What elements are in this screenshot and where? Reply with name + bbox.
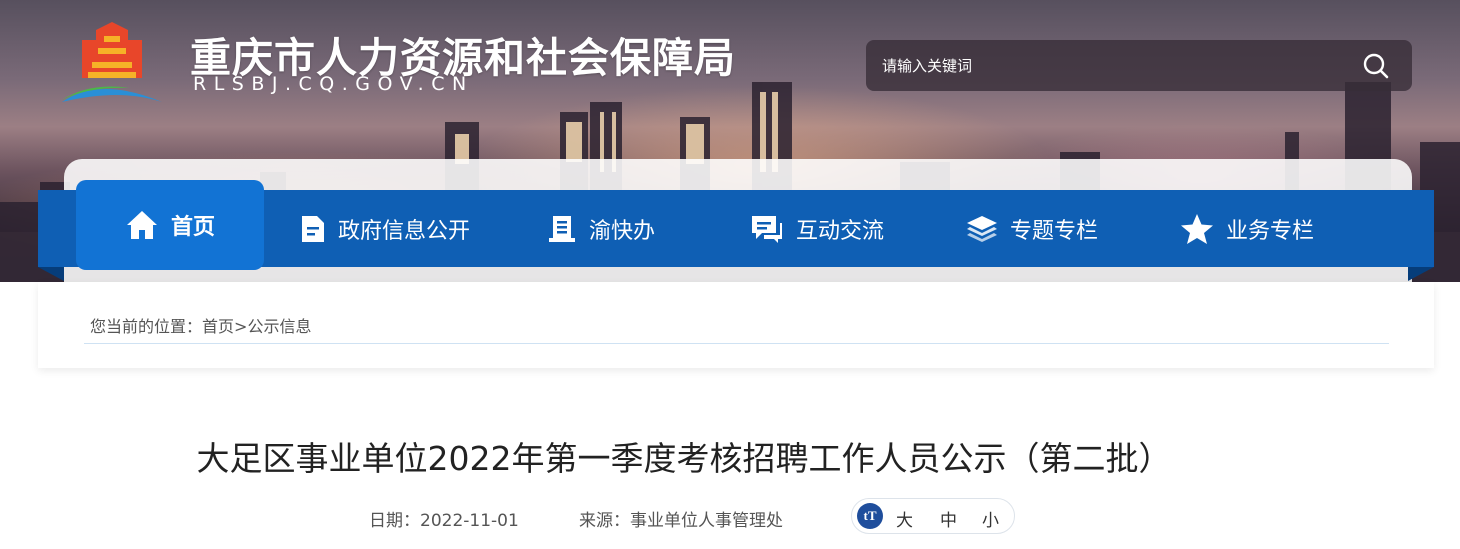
nav-item-label: 渝快办: [589, 218, 656, 244]
article-title: 大足区事业单位2022年第一季度考核招聘工作人员公示（第二批）: [196, 439, 1172, 478]
font-size-switcher: tT 大 中 小: [851, 498, 1015, 534]
font-size-large[interactable]: 大: [896, 506, 913, 531]
font-size-small[interactable]: 小: [982, 506, 999, 531]
nav-item-label: 专题专栏: [1010, 218, 1099, 244]
nav-item-yukuaiban[interactable]: 渝快办: [547, 190, 655, 267]
font-size-medium[interactable]: 中: [940, 506, 957, 531]
date-value: 2022-11-01: [420, 511, 519, 531]
breadcrumb: 您当前的位置：首页>公示信息: [90, 313, 311, 337]
breadcrumb-current-link[interactable]: 公示信息: [247, 317, 311, 336]
date-label: 日期：: [369, 511, 420, 531]
list-doc-icon: [549, 215, 575, 242]
nav-item-label: 政府信息公开: [338, 218, 471, 244]
site-logo: [62, 22, 162, 102]
nav-item-interaction[interactable]: 互动交流: [750, 190, 884, 267]
nav-item-label: 互动交流: [796, 218, 885, 244]
site-domain: RLSBJ.CQ.GOV.CN: [193, 73, 474, 95]
document-icon: [302, 215, 324, 242]
article-source: 来源：事业单位人事管理处: [579, 506, 783, 531]
breadcrumb-home-link[interactable]: 首页: [202, 317, 234, 336]
breadcrumb-prefix: 您当前的位置：: [90, 317, 203, 336]
search-icon[interactable]: [1362, 52, 1390, 80]
breadcrumb-separator: >: [234, 317, 248, 336]
font-size-icon: tT: [857, 503, 883, 529]
nav-fold-left: [38, 267, 64, 281]
article-date: 日期：2022-11-01: [369, 506, 519, 531]
source-value: 事业单位人事管理处: [630, 511, 783, 531]
layers-icon: [967, 215, 997, 242]
nav-item-gov-info[interactable]: 政府信息公开: [300, 190, 470, 267]
home-icon: [126, 211, 157, 239]
nav-item-business[interactable]: 业务专栏: [1180, 190, 1314, 267]
nav-item-home[interactable]: 首页: [76, 180, 264, 270]
nav-item-label: 业务专栏: [1226, 218, 1315, 244]
search-box: [866, 40, 1412, 91]
source-label: 来源：: [579, 511, 630, 531]
search-input[interactable]: [882, 40, 1342, 91]
star-icon: [1181, 213, 1213, 244]
chat-icon: [752, 215, 782, 243]
breadcrumb-divider: [84, 343, 1389, 344]
nav-fold-right: [1408, 267, 1434, 281]
nav-item-label: 首页: [170, 215, 215, 240]
nav-item-topics[interactable]: 专题专栏: [966, 190, 1098, 267]
